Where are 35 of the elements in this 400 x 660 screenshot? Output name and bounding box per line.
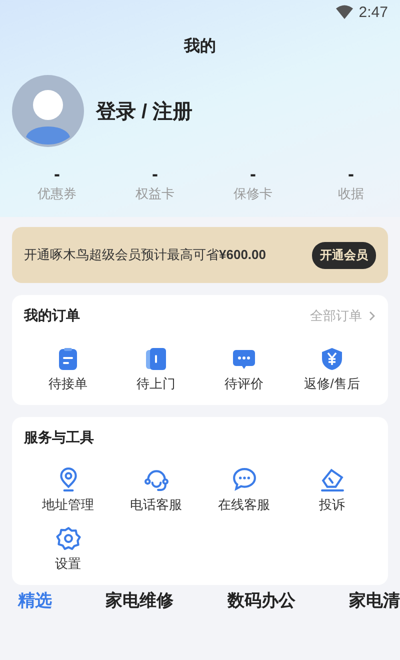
section-title: 服务与工具 — [24, 429, 94, 447]
membership-text: 开通啄木鸟超级会员预计最高可省¥600.00 — [24, 246, 266, 264]
avatar-icon[interactable] — [12, 75, 84, 147]
service-item[interactable]: 投诉 — [288, 467, 376, 514]
order-status-item[interactable]: 待评价 — [200, 347, 288, 393]
order-status-item[interactable]: 待接单 — [24, 347, 112, 393]
wifi-icon — [336, 5, 353, 19]
order-status-item[interactable]: 待上门 — [112, 347, 200, 393]
service-item[interactable]: 设置 — [24, 526, 112, 573]
category-tab[interactable]: 数码办公 — [227, 591, 296, 611]
membership-button[interactable]: 开通会员 — [312, 242, 376, 268]
category-tab[interactable]: 精选 — [18, 591, 52, 611]
category-tab[interactable]: 家电清 — [348, 591, 400, 611]
status-time: 2:47 — [358, 4, 388, 20]
settings-icon — [56, 526, 80, 551]
headset-icon — [144, 467, 168, 492]
shield-icon — [320, 347, 344, 371]
note-icon — [320, 467, 344, 492]
order-status-item[interactable]: 返修/售后 — [288, 347, 376, 393]
service-item[interactable]: 地址管理 — [24, 467, 112, 514]
category-tab[interactable]: 家电维修 — [106, 591, 174, 611]
service-item[interactable]: 电话客服 — [112, 467, 200, 514]
panels-icon — [144, 347, 168, 371]
page-title: 我的 — [184, 36, 216, 57]
section-title: 我的订单 — [24, 307, 80, 325]
chevron-icon — [368, 311, 376, 321]
stat-value: - — [250, 165, 256, 183]
chat-icon — [232, 347, 256, 371]
stat-value: - — [54, 165, 60, 183]
chat-bubble-icon — [232, 467, 256, 492]
login-register-link[interactable]: 登录 / 注册 — [96, 98, 193, 124]
stat-value: - — [348, 165, 354, 183]
service-item[interactable]: 在线客服 — [200, 467, 288, 514]
clipboard-icon — [56, 347, 80, 371]
stat-value: - — [152, 165, 158, 183]
